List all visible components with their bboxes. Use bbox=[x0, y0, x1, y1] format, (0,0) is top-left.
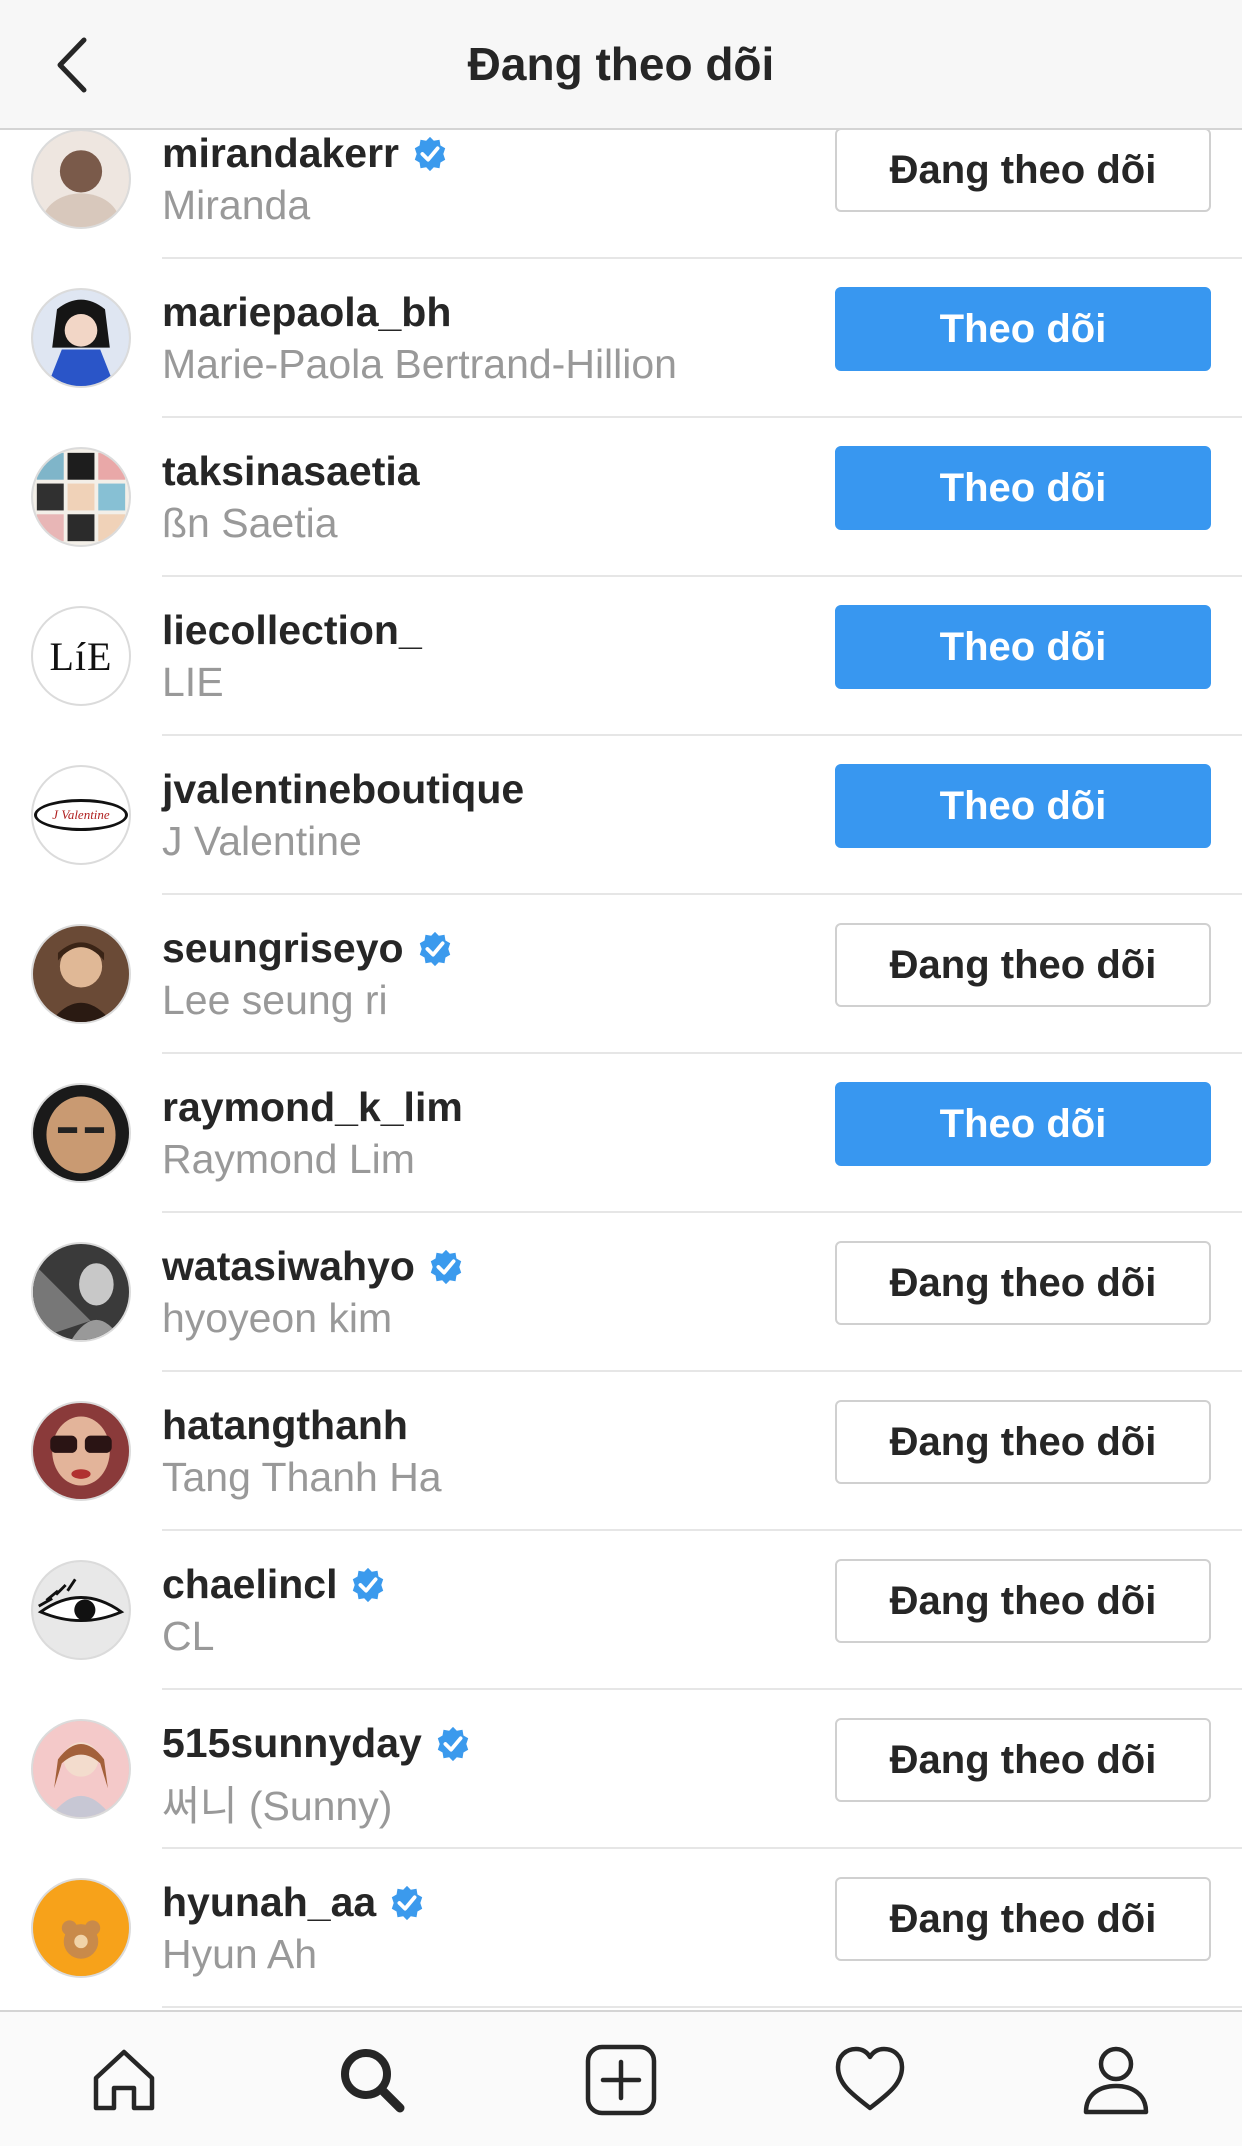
avatar[interactable] bbox=[31, 288, 131, 388]
list-item[interactable]: mirandakerr Miranda Đang theo dõi bbox=[0, 130, 1242, 259]
list-item[interactable]: seungriseyo Lee seung ri Đang theo dõi bbox=[0, 895, 1242, 1054]
avatar-logo-text: J Valentine bbox=[34, 799, 128, 831]
avatar[interactable] bbox=[31, 1878, 131, 1978]
heart-icon bbox=[835, 2046, 905, 2111]
username-text: mariepaola_bh bbox=[162, 289, 452, 335]
list-item[interactable]: raymond_k_lim Raymond Lim Theo dõi bbox=[0, 1054, 1242, 1213]
username[interactable]: chaelincl bbox=[162, 1561, 387, 1608]
username-text: raymond_k_lim bbox=[162, 1084, 463, 1130]
username-text: chaelincl bbox=[162, 1561, 338, 1607]
full-name: Raymond Lim bbox=[162, 1136, 415, 1182]
username-text: jvalentineboutique bbox=[162, 766, 525, 812]
search-icon bbox=[341, 2049, 405, 2113]
username[interactable]: mariepaola_bh bbox=[162, 289, 451, 336]
full-name: CL bbox=[162, 1613, 215, 1659]
full-name: Tang Thanh Ha bbox=[162, 1454, 442, 1500]
avatar[interactable] bbox=[31, 447, 131, 547]
username-text: hyunah_aa bbox=[162, 1879, 377, 1925]
username-text: liecollection_ bbox=[162, 607, 422, 653]
full-name: J Valentine bbox=[162, 818, 362, 864]
full-name: ßn Saetia bbox=[162, 500, 338, 546]
list-item[interactable]: mariepaola_bh Marie-Paola Bertrand-Hillio… bbox=[0, 259, 1242, 418]
username[interactable]: hatangthanh bbox=[162, 1402, 408, 1449]
profile-icon bbox=[1083, 2046, 1149, 2115]
following-list[interactable]: mirandakerr Miranda Đang theo dõi mariepaol… bbox=[0, 130, 1242, 2010]
username-text: taksinasaetia bbox=[162, 448, 420, 494]
follow-button[interactable]: Theo dõi bbox=[835, 446, 1211, 530]
username[interactable]: 515sunnyday bbox=[162, 1720, 472, 1767]
avatar[interactable] bbox=[31, 130, 131, 229]
verified-badge-icon bbox=[349, 1566, 387, 1604]
top-navigation-bar: Đang theo dõi bbox=[0, 0, 1242, 130]
follow-button[interactable]: Theo dõi bbox=[835, 764, 1211, 848]
avatar[interactable] bbox=[31, 1401, 131, 1501]
avatar[interactable]: J Valentine bbox=[31, 765, 131, 865]
full-name: Marie-Paola Bertrand-Hillion bbox=[162, 341, 677, 387]
follow-button[interactable]: Theo dõi bbox=[835, 287, 1211, 371]
username-text: watasiwahyo bbox=[162, 1243, 415, 1289]
following-button[interactable]: Đang theo dõi bbox=[835, 1877, 1211, 1961]
list-item[interactable]: LíE liecollection_ LIE Theo dõi bbox=[0, 577, 1242, 736]
verified-badge-icon bbox=[416, 930, 454, 968]
following-button[interactable]: Đang theo dõi bbox=[835, 1559, 1211, 1643]
avatar[interactable]: LíE bbox=[31, 606, 131, 706]
full-name: Hyun Ah bbox=[162, 1931, 317, 1977]
bottom-tab-bar bbox=[0, 2010, 1242, 2146]
full-name: hyoyeon kim bbox=[162, 1295, 393, 1341]
username[interactable]: raymond_k_lim bbox=[162, 1084, 463, 1131]
list-item[interactable]: hatangthanh Tang Thanh Ha Đang theo dõi bbox=[0, 1372, 1242, 1531]
username[interactable]: seungriseyo bbox=[162, 925, 454, 972]
full-name: Lee seung ri bbox=[162, 977, 388, 1023]
tab-profile[interactable] bbox=[1078, 2042, 1154, 2118]
following-button[interactable]: Đang theo dõi bbox=[835, 130, 1211, 212]
tab-activity[interactable] bbox=[832, 2042, 908, 2118]
list-item[interactable]: chaelincl CL Đang theo dõi bbox=[0, 1531, 1242, 1690]
tab-new-post[interactable] bbox=[583, 2042, 659, 2118]
username[interactable]: jvalentineboutique bbox=[162, 766, 524, 813]
following-button[interactable]: Đang theo dõi bbox=[835, 923, 1211, 1007]
home-icon bbox=[93, 2049, 155, 2111]
username[interactable]: taksinasaetia bbox=[162, 448, 420, 495]
follow-button[interactable]: Theo dõi bbox=[835, 1082, 1211, 1166]
following-button[interactable]: Đang theo dõi bbox=[835, 1241, 1211, 1325]
username[interactable]: mirandakerr bbox=[162, 130, 449, 177]
list-item[interactable]: taksinasaetia ßn Saetia Theo dõi bbox=[0, 418, 1242, 577]
following-button[interactable]: Đang theo dõi bbox=[835, 1718, 1211, 1802]
row-divider bbox=[162, 2006, 1242, 2008]
list-item[interactable]: J Valentine jvalentineboutique J Valentine… bbox=[0, 736, 1242, 895]
page-title: Đang theo dõi bbox=[467, 38, 775, 90]
list-item[interactable]: 515sunnyday 써니 (Sunny) Đang theo dõi bbox=[0, 1690, 1242, 1849]
follow-button[interactable]: Theo dõi bbox=[835, 605, 1211, 689]
list-item[interactable]: hyunah_aa Hyun Ah Đang theo dõi bbox=[0, 1849, 1242, 2008]
avatar[interactable] bbox=[31, 1083, 131, 1183]
avatar[interactable] bbox=[31, 1242, 131, 1342]
verified-badge-icon bbox=[427, 1248, 465, 1286]
full-name: LIE bbox=[162, 659, 224, 705]
avatar[interactable] bbox=[31, 924, 131, 1024]
username[interactable]: hyunah_aa bbox=[162, 1879, 426, 1926]
verified-badge-icon bbox=[434, 1725, 472, 1763]
username-text: 515sunnyday bbox=[162, 1720, 422, 1766]
add-post-icon bbox=[585, 2044, 657, 2116]
verified-badge-icon bbox=[388, 1884, 426, 1922]
following-button[interactable]: Đang theo dõi bbox=[835, 1400, 1211, 1484]
avatar[interactable] bbox=[31, 1719, 131, 1819]
tab-home[interactable] bbox=[86, 2042, 162, 2118]
verified-badge-icon bbox=[411, 135, 449, 173]
full-name: Miranda bbox=[162, 182, 311, 228]
username-text: seungriseyo bbox=[162, 925, 404, 971]
username-text: hatangthanh bbox=[162, 1402, 408, 1448]
full-name: 써니 (Sunny) bbox=[162, 1783, 393, 1829]
username[interactable]: watasiwahyo bbox=[162, 1243, 465, 1290]
username-text: mirandakerr bbox=[162, 130, 400, 176]
tab-search[interactable] bbox=[334, 2042, 410, 2118]
username[interactable]: liecollection_ bbox=[162, 607, 422, 654]
avatar-logo-text: LíE bbox=[49, 633, 113, 679]
list-item[interactable]: watasiwahyo hyoyeon kim Đang theo dõi bbox=[0, 1213, 1242, 1372]
avatar[interactable] bbox=[31, 1560, 131, 1660]
